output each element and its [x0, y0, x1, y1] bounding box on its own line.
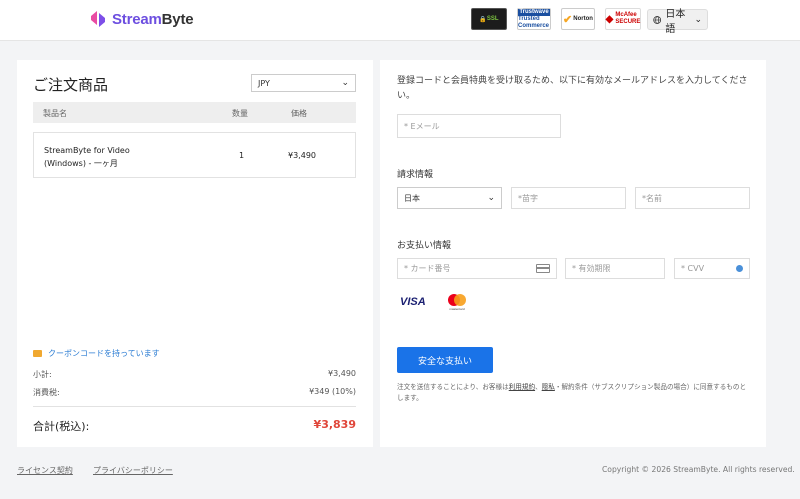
- terms-of-use-link[interactable]: 利用規約: [509, 383, 535, 391]
- top-header: StreamByte 🔒 SSL Trustwave Trusted Commer…: [0, 0, 800, 41]
- subtotal-row: 小計: ¥3,490: [33, 369, 356, 379]
- info-icon[interactable]: [736, 265, 743, 272]
- language-label: 日本語: [665, 8, 686, 35]
- credit-card-icon: [536, 264, 550, 273]
- billing-section-title: 請求情報: [397, 170, 434, 180]
- email-instructions: 登録コードと会員特典を受け取るため、以下に有効なメールアドレスを入力してください…: [397, 76, 748, 101]
- globe-icon: [653, 15, 662, 24]
- total-row: 合計(税込): ¥3,839: [33, 418, 356, 433]
- ssl-badge: 🔒 SSL: [471, 8, 507, 30]
- brand-logo[interactable]: StreamByte: [88, 9, 194, 29]
- mastercard-logo: mastercard: [448, 294, 466, 311]
- expiry-field[interactable]: * 有効期限: [565, 258, 665, 279]
- product-name: StreamByte for Video (Windows) - 一ヶ月: [44, 146, 130, 168]
- checkmark-icon: ✔: [563, 13, 573, 26]
- card-number-field[interactable]: * カード番号: [397, 258, 557, 279]
- chevron-down-icon: ⌄: [487, 193, 495, 203]
- mcafee-badge: ◆ McAfee SECURE: [605, 8, 641, 30]
- license-agreement-link[interactable]: ライセンス契約: [17, 465, 73, 476]
- secure-pay-button[interactable]: 安全な支払い: [397, 347, 493, 373]
- norton-badge: ✔ Norton: [561, 8, 595, 30]
- lock-icon: 🔒: [479, 16, 487, 23]
- coupon-icon: [33, 350, 42, 357]
- tax-row: 消費税: ¥349 (10%): [33, 387, 356, 397]
- order-summary-card: ご注文商品 JPY ⌄ 製品名 数量 価格 StreamByte for Vid…: [17, 60, 373, 447]
- column-product: 製品名: [43, 109, 67, 118]
- product-quantity: 1: [239, 151, 245, 160]
- column-price: 価格: [291, 109, 307, 118]
- chevron-down-icon: ⌄: [341, 78, 349, 88]
- payment-section-title: お支払い情報: [397, 241, 452, 251]
- order-title: ご注文商品: [33, 76, 109, 94]
- trust-badges: 🔒 SSL Trustwave Trusted Commerce ✔ Norton …: [471, 8, 641, 30]
- cvv-field[interactable]: * CVV: [674, 258, 750, 279]
- column-quantity: 数量: [232, 109, 248, 118]
- surname-field[interactable]: *苗字: [511, 187, 626, 209]
- trustwave-badge: Trustwave Trusted Commerce: [517, 8, 551, 30]
- product-price: ¥3,490: [288, 151, 316, 160]
- email-field[interactable]: * Eメール: [397, 114, 561, 138]
- streambyte-logo-icon: [91, 11, 105, 27]
- terms-notice: 注文を送信することにより、お客様は利用規約、隠私・解約条件（サブスクリプション製…: [397, 383, 747, 402]
- subtotal-value: ¥3,490: [328, 369, 356, 378]
- table-row: StreamByte for Video (Windows) - 一ヶ月 1 ¥…: [33, 132, 356, 178]
- visa-logo: VISA: [400, 296, 426, 308]
- tax-value: ¥349 (10%): [309, 387, 356, 396]
- chevron-down-icon: ⌄: [694, 14, 702, 25]
- mastercard-label: mastercard: [449, 307, 464, 311]
- checkout-form-card: 登録コードと会員特典を受け取るため、以下に有効なメールアドレスを入力してください…: [380, 60, 766, 447]
- given-name-field[interactable]: *名前: [635, 187, 750, 209]
- currency-select[interactable]: JPY ⌄: [251, 74, 356, 92]
- language-selector[interactable]: 日本語 ⌄: [647, 9, 708, 35]
- total-value: ¥3,839: [313, 418, 356, 431]
- privacy-link[interactable]: 隠私: [542, 383, 555, 391]
- brand-name: StreamByte: [112, 10, 194, 28]
- mcafee-shield-icon: ◆: [605, 13, 614, 25]
- country-select[interactable]: 日本 ⌄: [397, 187, 502, 209]
- divider: [33, 406, 356, 407]
- order-table-header: 製品名 数量 価格: [33, 102, 356, 123]
- coupon-link[interactable]: クーポンコードを持っています: [33, 348, 160, 359]
- copyright-notice: Copyright © 2026 StreamByte. All rights …: [602, 465, 795, 474]
- privacy-policy-link[interactable]: プライバシーポリシー: [93, 465, 173, 476]
